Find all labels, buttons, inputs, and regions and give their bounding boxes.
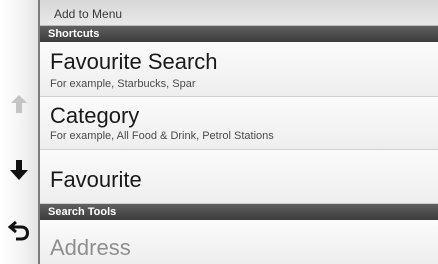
list-item-address[interactable]: Address: [40, 220, 438, 264]
scroll-rail: [0, 0, 40, 264]
item-subtitle: For example, Starbucks, Spar: [50, 78, 196, 90]
back-arrow-icon: [8, 220, 30, 241]
arrow-up-icon: [11, 95, 27, 113]
item-subtitle: For example, All Food & Drink, Petrol St…: [50, 130, 274, 142]
arrow-down-icon: [10, 160, 28, 180]
section-title: Search Tools: [48, 206, 117, 218]
add-to-menu-label: Add to Menu: [54, 7, 123, 21]
list-item-favourite-search[interactable]: Favourite Search For example, Starbucks,…: [40, 42, 438, 97]
list-item-category[interactable]: Category For example, All Food & Drink, …: [40, 97, 438, 150]
add-to-menu-item[interactable]: Add to Menu: [40, 0, 438, 26]
item-title: Favourite: [50, 167, 142, 192]
section-header-search-tools: Search Tools: [40, 204, 438, 220]
item-title: Address: [50, 235, 131, 260]
back-button[interactable]: [0, 212, 38, 248]
scroll-down-button[interactable]: [0, 152, 38, 188]
list-item-favourite[interactable]: Favourite: [40, 150, 438, 204]
item-title: Favourite Search: [50, 49, 218, 74]
menu-list: Add to Menu Shortcuts Favourite Search F…: [40, 0, 438, 264]
item-title: Category: [50, 103, 140, 128]
navigation-search-screen: Add to Menu Shortcuts Favourite Search F…: [0, 0, 438, 264]
scroll-up-button[interactable]: [0, 86, 38, 122]
section-header-shortcuts: Shortcuts: [40, 26, 438, 42]
section-title: Shortcuts: [48, 28, 100, 40]
